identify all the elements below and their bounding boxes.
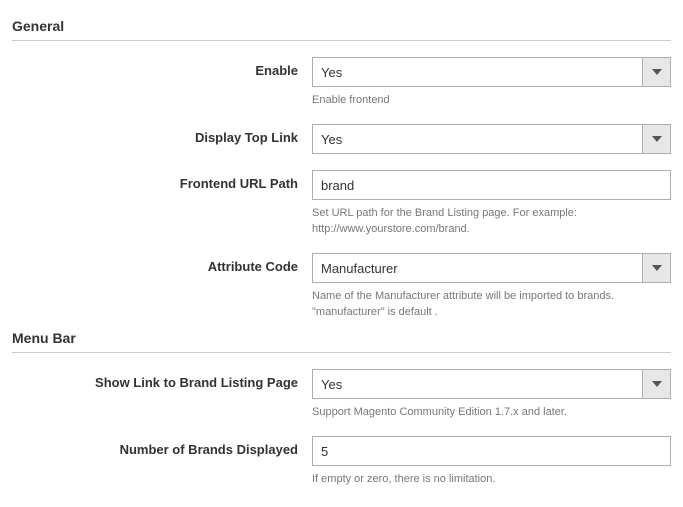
chevron-down-icon	[642, 125, 670, 153]
show-link-help: Support Magento Community Edition 1.7.x …	[312, 405, 671, 420]
enable-select-value: Yes	[321, 65, 342, 80]
chevron-down-icon	[642, 254, 670, 282]
show-link-select[interactable]: Yes	[312, 369, 671, 399]
field-enable: Enable Yes Enable frontend	[12, 57, 671, 108]
section-general-title: General	[12, 12, 671, 41]
display-top-link-select-value: Yes	[321, 132, 342, 147]
num-brands-input[interactable]	[312, 436, 671, 466]
attribute-code-select[interactable]: Manufacturer	[312, 253, 671, 283]
chevron-down-icon	[642, 58, 670, 86]
display-top-link-label: Display Top Link	[12, 124, 312, 145]
frontend-url-path-help: Set URL path for the Brand Listing page.…	[312, 206, 671, 237]
show-link-label: Show Link to Brand Listing Page	[12, 369, 312, 390]
chevron-down-icon	[642, 370, 670, 398]
attribute-code-select-value: Manufacturer	[321, 261, 398, 276]
num-brands-help: If empty or zero, there is no limitation…	[312, 472, 671, 487]
section-menubar-title: Menu Bar	[12, 324, 671, 353]
field-display-top-link: Display Top Link Yes	[12, 124, 671, 154]
num-brands-label: Number of Brands Displayed	[12, 436, 312, 457]
frontend-url-path-input[interactable]	[312, 170, 671, 200]
attribute-code-help: Name of the Manufacturer attribute will …	[312, 289, 671, 320]
display-top-link-select[interactable]: Yes	[312, 124, 671, 154]
field-show-link: Show Link to Brand Listing Page Yes Supp…	[12, 369, 671, 420]
field-frontend-url-path: Frontend URL Path Set URL path for the B…	[12, 170, 671, 237]
field-num-brands: Number of Brands Displayed If empty or z…	[12, 436, 671, 487]
attribute-code-label: Attribute Code	[12, 253, 312, 274]
field-attribute-code: Attribute Code Manufacturer Name of the …	[12, 253, 671, 320]
enable-select[interactable]: Yes	[312, 57, 671, 87]
enable-help: Enable frontend	[312, 93, 671, 108]
show-link-select-value: Yes	[321, 377, 342, 392]
frontend-url-path-label: Frontend URL Path	[12, 170, 312, 191]
enable-label: Enable	[12, 57, 312, 78]
